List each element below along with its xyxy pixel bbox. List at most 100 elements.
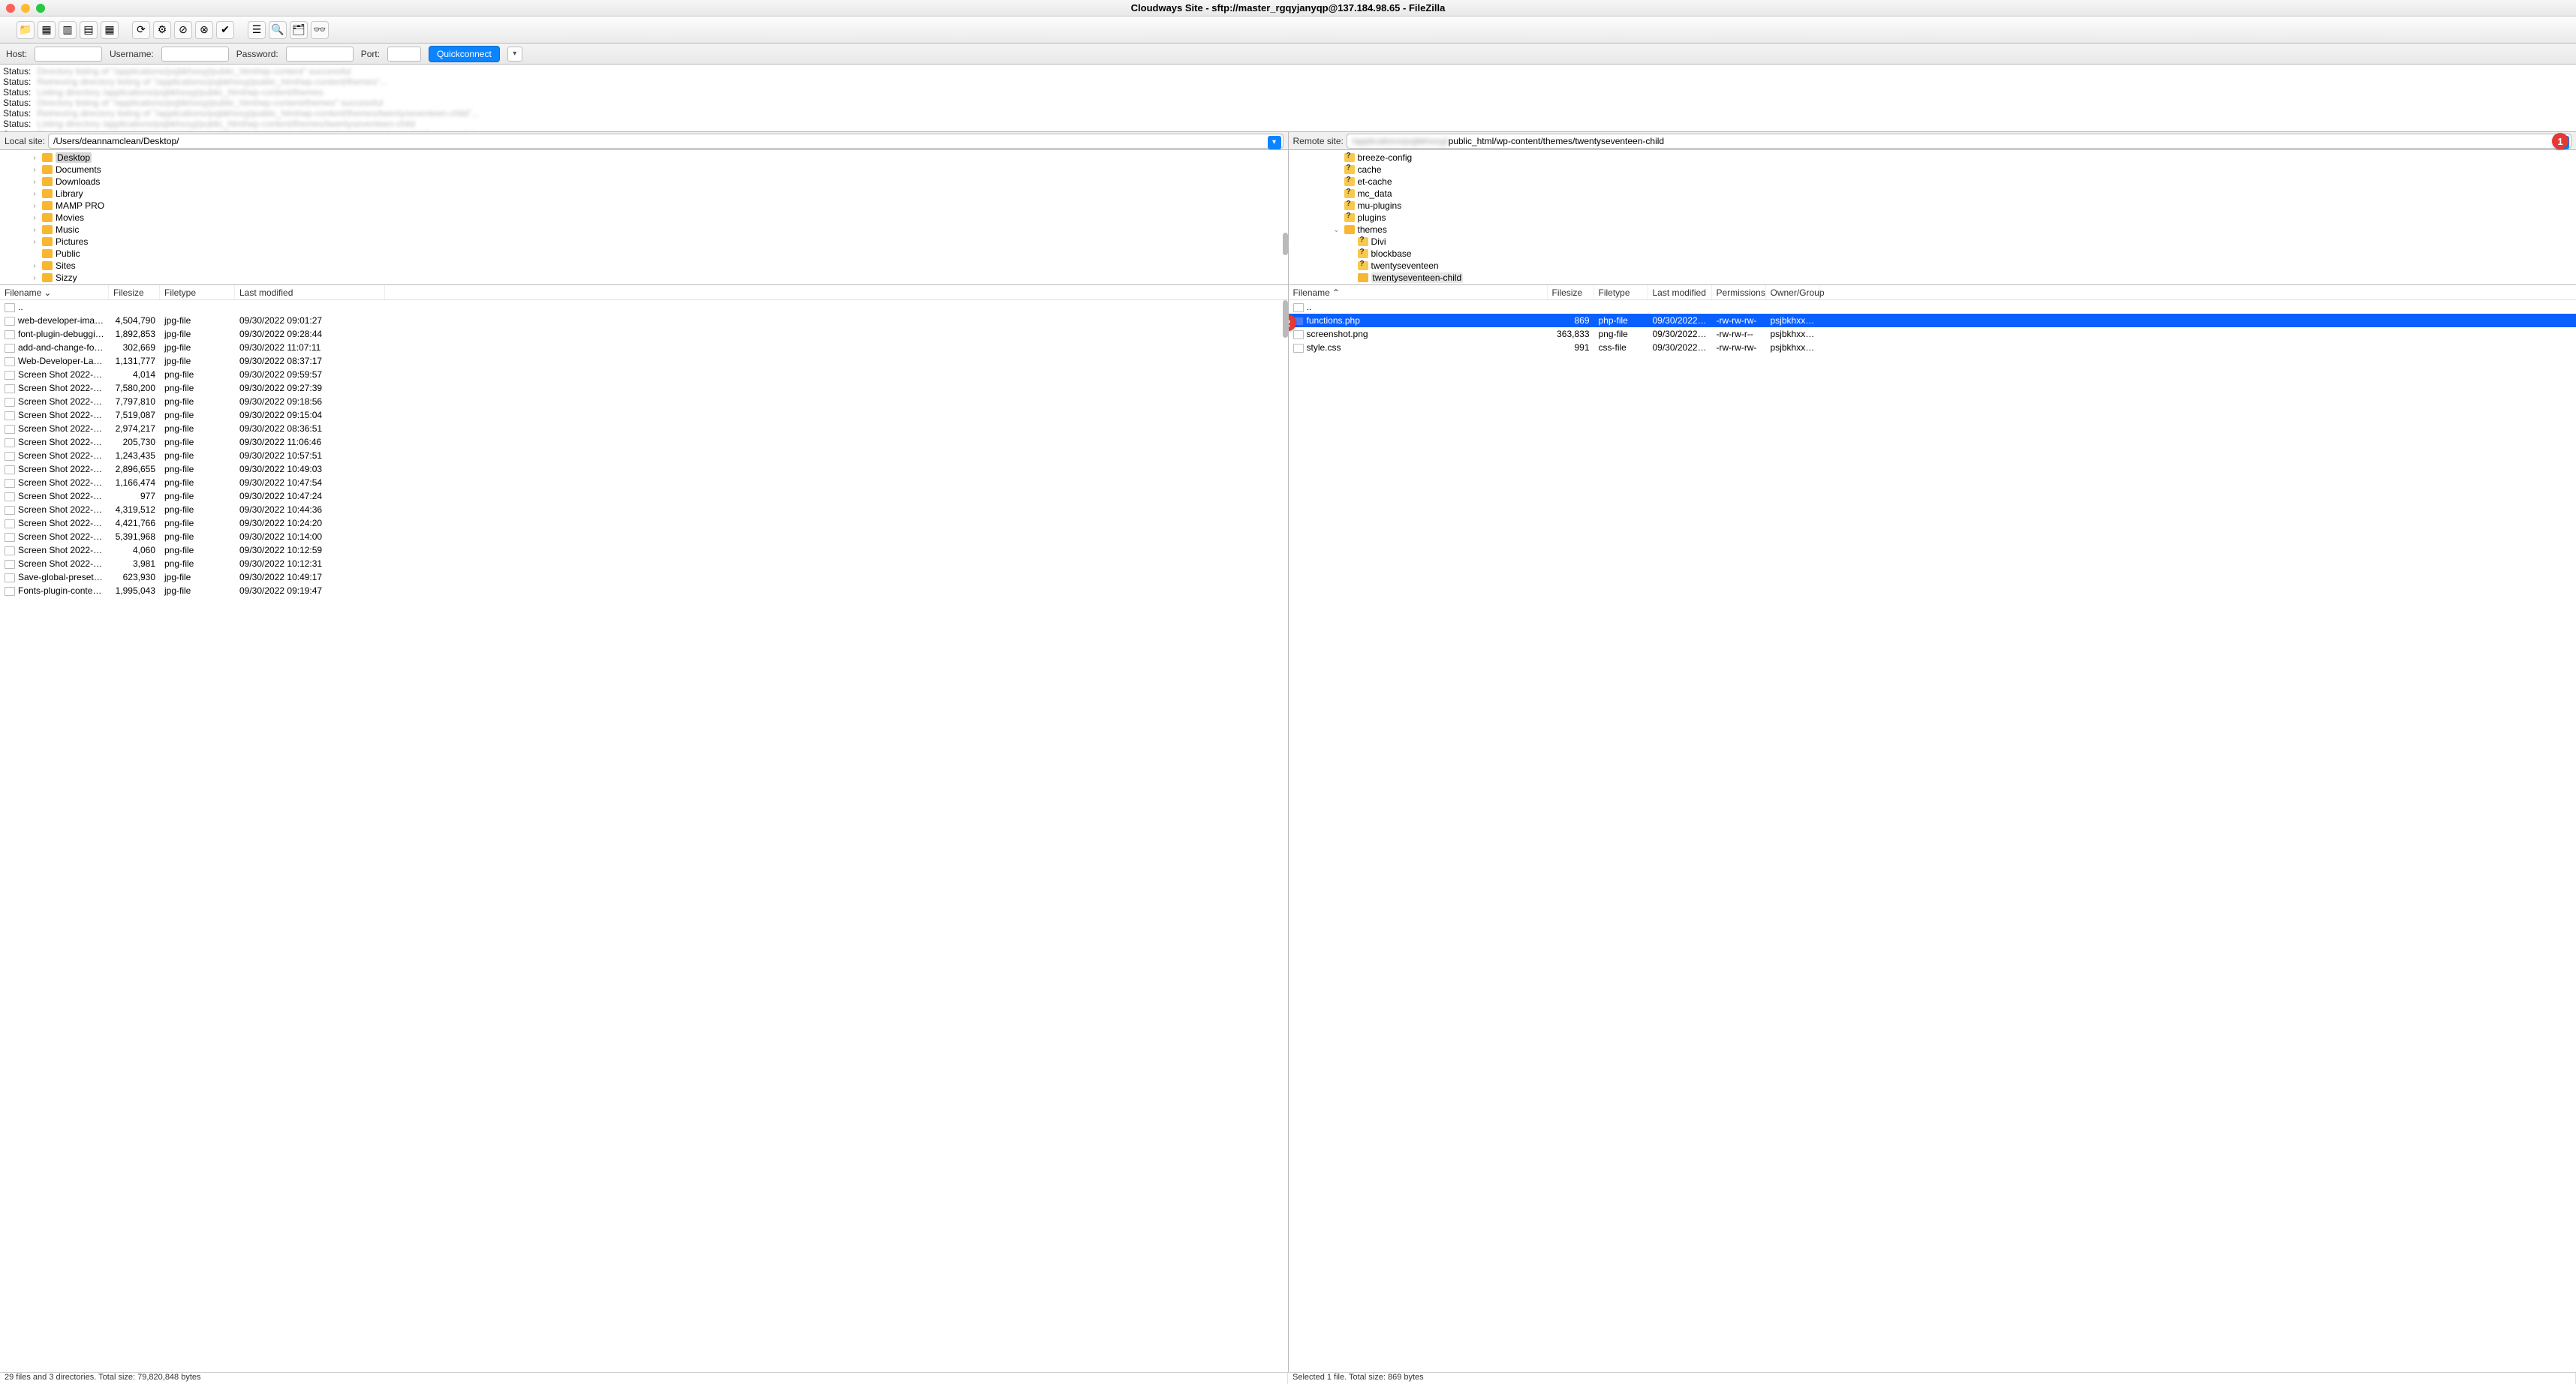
remote-site-path-input[interactable]: /applications/psjbkhxxyj/public_html/wp-…	[1347, 134, 2571, 149]
tree-item[interactable]: Public	[3, 248, 1285, 260]
host-input[interactable]	[35, 47, 102, 62]
file-row[interactable]: functions.php869php-file09/30/2022 1...-…	[1289, 314, 2576, 327]
parent-dir-row[interactable]: ..	[1289, 300, 2576, 314]
cancel-icon[interactable]: ⊘	[174, 21, 192, 39]
file-row[interactable]: Save-global-preset.jpg623,930jpg-file09/…	[0, 570, 1288, 584]
file-row[interactable]: font-plugin-debuggin..1,892,853jpg-file0…	[0, 327, 1288, 341]
expand-toggle[interactable]: ›	[30, 178, 39, 186]
col-last-modified[interactable]: Last modified	[1648, 285, 1712, 299]
col-filetype[interactable]: Filetype	[1594, 285, 1648, 299]
message-log[interactable]: Status:Directory listing of "/applicatio…	[0, 65, 2576, 132]
queue-icon[interactable]: ☰	[248, 21, 266, 39]
file-row[interactable]: screenshot.png363,833png-file09/30/2022 …	[1289, 327, 2576, 341]
tree-item[interactable]: twentyseventeen-child	[1292, 272, 2574, 284]
password-input[interactable]	[286, 47, 354, 62]
file-row[interactable]: Screen Shot 2022-09..4,014png-file09/30/…	[0, 368, 1288, 381]
minimize-window[interactable]	[21, 4, 30, 13]
tree-item[interactable]: ›Desktop	[3, 152, 1285, 164]
file-row[interactable]: Screen Shot 2022-09..4,060png-file09/30/…	[0, 543, 1288, 557]
filter-icon[interactable]: ⚙	[153, 21, 171, 39]
quickconnect-history-dropdown[interactable]: ▾	[507, 47, 522, 62]
file-row[interactable]: add-and-change-font..302,669jpg-file09/3…	[0, 341, 1288, 354]
search-icon[interactable]: 🔍	[269, 21, 287, 39]
col-last-modified[interactable]: Last modified	[235, 285, 385, 299]
file-row[interactable]: Screen Shot 2022-09..1,166,474png-file09…	[0, 476, 1288, 489]
remote-directory-tree[interactable]: breeze-config cache et-cache mc_data mu-…	[1289, 150, 2576, 285]
col-filename[interactable]: Filename⌃	[1289, 285, 1548, 299]
scrollbar-thumb[interactable]	[1283, 300, 1288, 338]
disconnect-icon[interactable]: ⊗	[195, 21, 213, 39]
toggle-queue-icon[interactable]: ▦	[101, 21, 119, 39]
reconnect-icon[interactable]: ✔	[216, 21, 234, 39]
tree-item[interactable]: ›Documents	[3, 164, 1285, 176]
file-row[interactable]: Screen Shot 2022-09..4,421,766png-file09…	[0, 516, 1288, 530]
file-row[interactable]: Screen Shot 2022-09..205,730png-file09/3…	[0, 435, 1288, 449]
remote-file-list[interactable]: 2 ..functions.php869php-file09/30/2022 1…	[1289, 300, 2576, 1372]
local-path-dropdown[interactable]: ▾	[1268, 136, 1281, 149]
tree-item[interactable]: mc_data	[1292, 188, 2574, 200]
tree-item[interactable]: ›Music	[3, 224, 1285, 236]
tree-item[interactable]: ›Movies	[3, 212, 1285, 224]
close-window[interactable]	[6, 4, 15, 13]
expand-toggle[interactable]: ›	[30, 202, 39, 210]
local-site-path-input[interactable]: /Users/deannamclean/Desktop/ ▾	[48, 134, 1283, 149]
quickconnect-button[interactable]: Quickconnect	[429, 46, 500, 62]
refresh-icon[interactable]: ⟳	[132, 21, 150, 39]
file-row[interactable]: Screen Shot 2022-09..7,519,087png-file09…	[0, 408, 1288, 422]
file-row[interactable]: Screen Shot 2022-09..4,319,512png-file09…	[0, 503, 1288, 516]
expand-toggle[interactable]: ⌄	[1332, 226, 1341, 234]
compare-icon[interactable]: 🗂	[290, 21, 308, 39]
file-row[interactable]: Screen Shot 2022-09..2,974,217png-file09…	[0, 422, 1288, 435]
file-row[interactable]: style.css991css-file09/30/2022 1...-rw-r…	[1289, 341, 2576, 354]
tree-item[interactable]: et-cache	[1292, 176, 2574, 188]
file-row[interactable]: Web-Developer-Layo..1,131,777jpg-file09/…	[0, 354, 1288, 368]
site-manager-icon[interactable]: 📁	[17, 21, 35, 39]
col-filesize[interactable]: Filesize	[1548, 285, 1594, 299]
expand-toggle[interactable]: ›	[30, 274, 39, 282]
file-row[interactable]: Fonts-plugin-content..1,995,043jpg-file0…	[0, 584, 1288, 597]
col-permissions[interactable]: Permissions	[1712, 285, 1766, 299]
zoom-window[interactable]	[36, 4, 45, 13]
scrollbar-thumb[interactable]	[1283, 233, 1288, 255]
expand-toggle[interactable]: ›	[30, 190, 39, 198]
file-row[interactable]: Screen Shot 2022-09..977png-file09/30/20…	[0, 489, 1288, 503]
expand-toggle[interactable]: ›	[30, 214, 39, 222]
local-directory-tree[interactable]: ›Desktop›Documents›Downloads›Library›MAM…	[0, 150, 1288, 285]
file-row[interactable]: Screen Shot 2022-09..7,580,200png-file09…	[0, 381, 1288, 395]
tree-item[interactable]: blockbase	[1292, 248, 2574, 260]
local-file-list[interactable]: ..web-developer-imag..4,504,790jpg-file0…	[0, 300, 1288, 1372]
toggle-log-icon[interactable]: ▦	[38, 21, 56, 39]
col-filesize[interactable]: Filesize	[109, 285, 160, 299]
port-input[interactable]	[387, 47, 421, 62]
file-row[interactable]: Screen Shot 2022-09..1,243,435png-file09…	[0, 449, 1288, 462]
tree-item[interactable]: mu-plugins	[1292, 200, 2574, 212]
tree-item[interactable]: cache	[1292, 164, 2574, 176]
expand-toggle[interactable]: ›	[30, 238, 39, 246]
col-owner-group[interactable]: Owner/Group	[1766, 285, 1820, 299]
file-row[interactable]: Screen Shot 2022-09..7,797,810png-file09…	[0, 395, 1288, 408]
tree-item[interactable]: ›Sizzy	[3, 272, 1285, 284]
toggle-remote-tree-icon[interactable]: ▤	[80, 21, 98, 39]
file-row[interactable]: Screen Shot 2022-09..2,896,655png-file09…	[0, 462, 1288, 476]
tree-item[interactable]: ›MAMP PRO	[3, 200, 1285, 212]
file-row[interactable]: web-developer-imag..4,504,790jpg-file09/…	[0, 314, 1288, 327]
tree-item[interactable]: Divi	[1292, 236, 2574, 248]
tree-item[interactable]: twentyseventeen	[1292, 260, 2574, 272]
tree-item[interactable]: breeze-config	[1292, 152, 2574, 164]
expand-toggle[interactable]: ›	[30, 154, 39, 162]
tree-item[interactable]: ›Library	[3, 188, 1285, 200]
tree-item[interactable]: plugins	[1292, 212, 2574, 224]
tree-item[interactable]: ⌄themes	[1292, 224, 2574, 236]
tree-item[interactable]: ›Sites	[3, 260, 1285, 272]
col-filetype[interactable]: Filetype	[160, 285, 235, 299]
col-filename[interactable]: Filename⌄	[0, 285, 109, 299]
tree-item[interactable]: ›Downloads	[3, 176, 1285, 188]
expand-toggle[interactable]: ›	[30, 166, 39, 174]
file-row[interactable]: Screen Shot 2022-09..5,391,968png-file09…	[0, 530, 1288, 543]
tree-item[interactable]: ›Pictures	[3, 236, 1285, 248]
parent-dir-row[interactable]: ..	[0, 300, 1288, 314]
sync-browse-icon[interactable]: 👓	[311, 21, 329, 39]
toggle-local-tree-icon[interactable]: ▥	[59, 21, 77, 39]
expand-toggle[interactable]: ›	[30, 226, 39, 234]
username-input[interactable]	[161, 47, 229, 62]
